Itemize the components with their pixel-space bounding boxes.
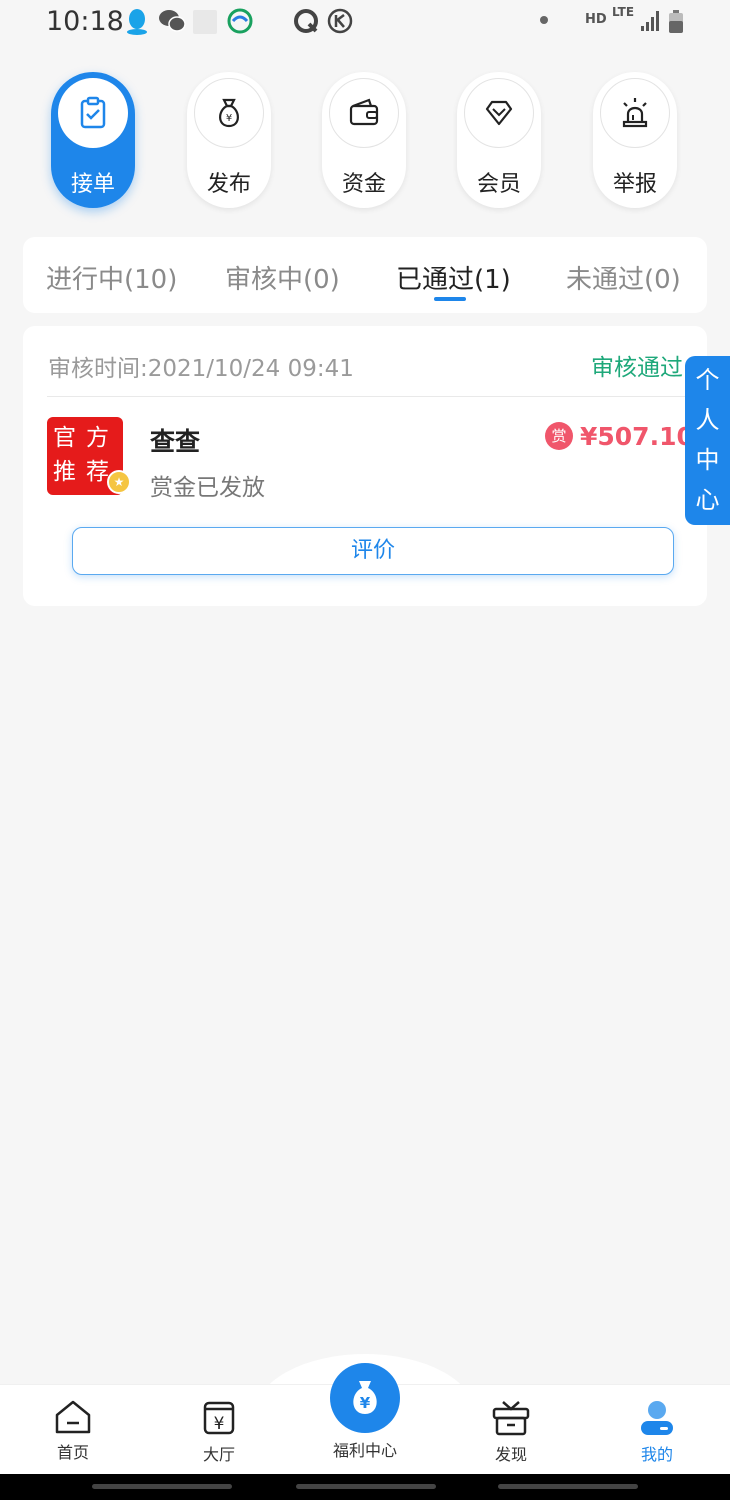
china-mobile-icon: [227, 8, 253, 34]
yen-money-bag-icon: ¥: [353, 1381, 377, 1414]
quick-entry-label: 接单: [70, 172, 115, 197]
star-badge-icon: ★: [107, 470, 131, 494]
nav-label: 大厅: [202, 1445, 235, 1464]
tab-approved[interactable]: 已通过(1): [396, 259, 511, 296]
quick-entry-icon-circle: ¥: [194, 78, 264, 148]
battery-icon: [669, 10, 683, 33]
system-handle: [92, 1484, 232, 1489]
system-gesture-bar: [0, 1474, 730, 1500]
quick-entry-membership[interactable]: 会员: [457, 72, 541, 208]
side-tab-char: 个: [695, 366, 720, 394]
alarm-siren-icon: [622, 98, 648, 128]
svg-text:¥: ¥: [214, 1414, 225, 1434]
quick-entry-row: 接单 ¥ 发布 资金 会员 举报: [0, 72, 730, 212]
k-circle-icon: [327, 8, 353, 34]
nav-label: 发现: [494, 1445, 527, 1464]
task-title: 查查: [150, 427, 201, 456]
task-subtitle: 赏金已发放: [150, 475, 265, 501]
quick-entry-publish[interactable]: ¥ 发布: [187, 72, 271, 208]
wechat-icon: [159, 10, 186, 32]
quick-entry-icon-circle: [600, 78, 670, 148]
nav-item-home[interactable]: 首页: [23, 1399, 123, 1463]
nav-item-hall[interactable]: ¥ 大厅: [169, 1399, 269, 1465]
side-tab-char: 中: [695, 446, 720, 474]
home-icon: [55, 1400, 91, 1434]
personal-center-tab[interactable]: 个 人 中 心: [685, 356, 730, 525]
status-tabs: 进行中(10) 审核中(0) 已通过(1) 未通过(0): [23, 237, 707, 313]
tab-under-review[interactable]: 审核中(0): [225, 259, 340, 296]
reward-amount: ¥507.10: [580, 422, 694, 451]
divider: [47, 396, 707, 397]
nav-label: 首页: [56, 1443, 89, 1462]
clipboard-check-icon: [80, 96, 106, 129]
nav-label: 福利中心: [332, 1441, 397, 1460]
order-card[interactable]: 审核时间:2021/10/24 09:41 审核通过 官方推荐 ★ 查查 赏金已…: [23, 326, 707, 606]
money-bag-icon: ¥: [219, 98, 239, 128]
status-time: 10:18: [46, 6, 124, 37]
user-profile-icon: [641, 1401, 673, 1435]
quick-entry-label: 发布: [206, 172, 251, 197]
quick-entry-report[interactable]: 举报: [593, 72, 677, 208]
quick-entry-icon-circle: [58, 78, 128, 148]
system-handle: [498, 1484, 638, 1489]
status-bar: 10:18 HD LTE: [0, 0, 730, 44]
nav-label: 我的: [640, 1445, 673, 1464]
side-tab-char: 人: [695, 406, 720, 434]
dot-icon: [540, 16, 548, 24]
diamond-icon: [485, 100, 513, 126]
tab-rejected[interactable]: 未通过(0): [566, 259, 681, 296]
tab-in-progress[interactable]: 进行中(10): [46, 259, 177, 296]
comment-button[interactable]: 评价: [72, 527, 674, 575]
system-handle: [296, 1484, 436, 1489]
nav-item-welfare-center[interactable]: ¥ 福利中心: [315, 1363, 415, 1461]
review-status: 审核通过: [591, 355, 683, 381]
reward-badge: 赏: [545, 422, 573, 450]
side-tab-char: 心: [695, 486, 720, 514]
welfare-center-circle: ¥: [330, 1363, 400, 1433]
gift-box-icon: [492, 1401, 530, 1436]
quick-entry-label: 资金: [341, 172, 386, 197]
nav-item-discover[interactable]: 发现: [461, 1399, 561, 1465]
quick-entry-funds[interactable]: 资金: [322, 72, 406, 208]
hall-yen-icon: ¥: [203, 1401, 235, 1435]
signal-icon: [641, 11, 659, 31]
active-tab-indicator: [434, 297, 466, 301]
wallet-icon: [349, 98, 379, 126]
nav-item-mine[interactable]: 我的: [607, 1399, 707, 1465]
quick-entry-label: 举报: [612, 172, 657, 197]
q-circle-icon: [294, 9, 318, 33]
blank-notification-icon: [193, 10, 217, 34]
quick-entry-icon-circle: [464, 78, 534, 148]
svg-text:¥: ¥: [226, 113, 232, 124]
review-time: 审核时间:2021/10/24 09:41: [48, 356, 354, 382]
lte-label: LTE: [612, 5, 635, 19]
quick-entry-take-order[interactable]: 接单: [51, 72, 135, 208]
qq-icon: [127, 9, 147, 35]
bottom-nav: 首页 ¥ 大厅 ¥ 福利中心 发现 我的: [0, 1363, 730, 1474]
quick-entry-label: 会员: [476, 172, 521, 197]
svg-text:¥: ¥: [360, 1394, 371, 1412]
task-app-logo: 官方推荐 ★: [47, 417, 131, 495]
quick-entry-icon-circle: [329, 78, 399, 148]
hd-label: HD: [585, 12, 607, 27]
